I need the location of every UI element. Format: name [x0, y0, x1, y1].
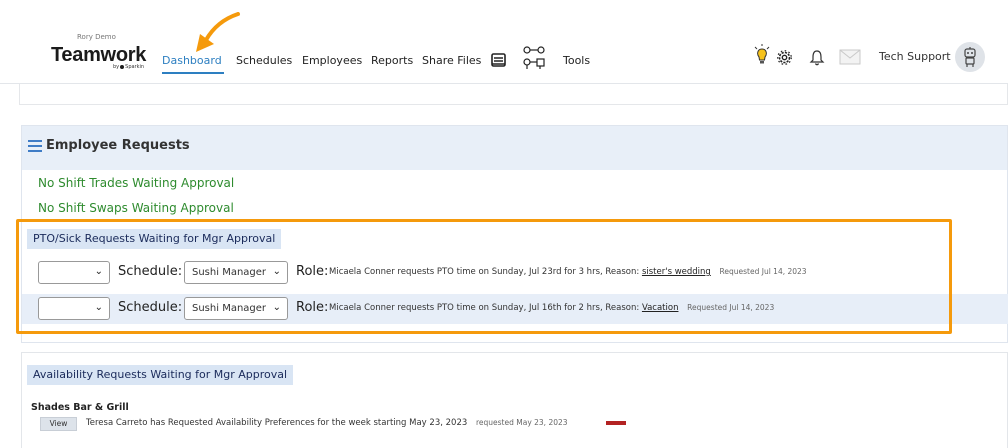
store-name: Shades Bar & Grill: [31, 402, 129, 413]
nav-employees[interactable]: Employees: [302, 54, 362, 67]
gear-icon[interactable]: [776, 49, 793, 66]
user-name[interactable]: Tech Support: [879, 50, 951, 63]
nav-tools[interactable]: Tools: [563, 54, 590, 67]
annotation-arrow-icon: [196, 12, 240, 52]
logo-byline-brand: Sparkin: [125, 64, 145, 70]
panel-title: Employee Requests: [46, 138, 190, 153]
menu-icon[interactable]: [28, 140, 42, 152]
availability-request-text: Teresa Carreto has Requested Availabilit…: [86, 418, 468, 428]
document-icon[interactable]: [491, 53, 506, 67]
sparkin-logo-icon: [120, 65, 125, 69]
nav-active-underline: [162, 72, 224, 74]
highlight-box: [16, 219, 952, 334]
availability-section-title: Availability Requests Waiting for Mgr Ap…: [27, 365, 294, 385]
mail-icon[interactable]: [839, 49, 861, 65]
user-avatar[interactable]: [955, 42, 985, 72]
empty-panel: [19, 84, 1008, 105]
no-shift-trades-message: No Shift Trades Waiting Approval: [38, 176, 235, 190]
logo-byline: by Sparkin: [113, 64, 144, 70]
org-chart-icon[interactable]: [521, 45, 549, 71]
nav-share-files[interactable]: Share Files: [422, 54, 481, 67]
lightbulb-icon[interactable]: [752, 44, 772, 66]
no-shift-swaps-message: No Shift Swaps Waiting Approval: [38, 201, 234, 215]
panel-header: Employee Requests: [22, 126, 1007, 170]
availability-requested-date: requested May 23, 2023: [475, 418, 568, 427]
bell-icon[interactable]: [809, 49, 825, 66]
top-navigation-bar: Rory Demo Teamwork by Sparkin Dashboard …: [0, 0, 1008, 84]
company-name: Rory Demo: [77, 33, 116, 41]
nav-reports[interactable]: Reports: [371, 54, 413, 67]
robot-avatar-icon: [964, 47, 976, 67]
logo-byline-by: by: [113, 64, 120, 70]
availability-request: Teresa Carreto has Requested Availabilit…: [86, 418, 568, 428]
view-button[interactable]: View: [40, 417, 77, 431]
status-indicator-bar: [606, 421, 626, 425]
nav-schedules[interactable]: Schedules: [236, 54, 292, 67]
